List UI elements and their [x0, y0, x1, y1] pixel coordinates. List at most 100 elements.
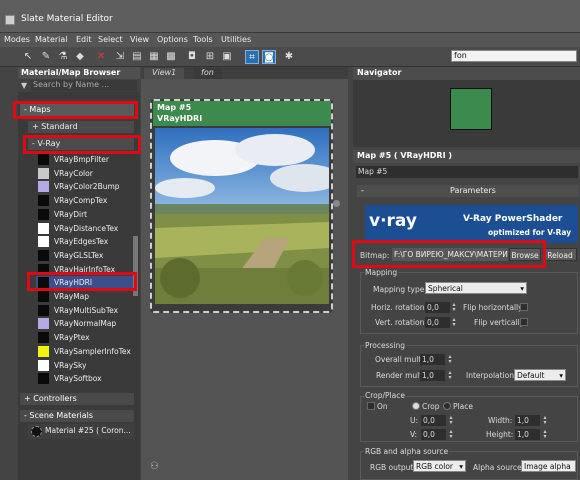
render-mult-spinner[interactable]: ▴ ▾ [447, 370, 453, 381]
navigator-node-thumbnail[interactable] [450, 88, 492, 130]
layout-icon[interactable]: ◘ [185, 50, 199, 64]
binoculars-icon[interactable]: ⚇ [150, 461, 162, 472]
map-node-header[interactable]: Map #5 VRayHDRI [153, 101, 331, 126]
map-swatch [38, 195, 49, 207]
map-item-vraysamplerinfotex[interactable]: VRaySamplerInfoTex [36, 345, 134, 358]
alpha-source-dropdown[interactable]: Image alpha [521, 460, 576, 472]
horiz-rotation-input[interactable]: 0,0 [425, 302, 450, 313]
map-item-vraydistancetex[interactable]: VRayDistanceTex [36, 222, 134, 235]
bitmap-path-button[interactable]: F:\ГО ВИРЕЮ_МАКСУ\МАТЕРИАЛ [392, 248, 508, 261]
u-spinner[interactable]: ▴ ▾ [448, 415, 454, 426]
crop-on-checkbox[interactable] [367, 402, 375, 410]
height-spinner[interactable]: ▴ ▾ [542, 429, 548, 440]
map-item-vraymultisubtex[interactable]: VRayMultiSubTex [36, 304, 134, 317]
map-swatch [38, 345, 49, 357]
place-radio[interactable] [443, 402, 451, 410]
map-item-vraysoftbox[interactable]: VRaySoftbox [36, 372, 134, 385]
show-background-icon[interactable]: ▩ [164, 50, 178, 64]
flip-horizontally-checkbox[interactable] [520, 303, 528, 311]
flip-vertically-checkbox[interactable] [520, 318, 528, 326]
toggle-parameters-icon[interactable]: ◙ [262, 50, 276, 64]
pick-material-icon[interactable]: ✎ [39, 50, 53, 64]
toggle-browser-icon[interactable]: ⌗ [245, 50, 259, 64]
map-name-field[interactable]: Map #5 [356, 166, 578, 178]
map-item-vraycomptex[interactable]: VRayCompTex [36, 194, 134, 207]
menu-options[interactable]: Options [157, 35, 188, 44]
width-input[interactable]: 1,0 [515, 415, 540, 426]
menu-modes[interactable]: Modes [4, 35, 30, 44]
menu-view[interactable]: View [130, 35, 149, 44]
browser-options-icon[interactable]: ▼ [21, 81, 27, 90]
height-input[interactable]: 1,0 [515, 429, 540, 440]
map-swatch [38, 318, 49, 330]
map-item-vraycolor[interactable]: VRayColor [36, 167, 134, 180]
crop-radio[interactable] [412, 402, 420, 410]
horiz-rotation-label: Horiz. rotation: [371, 303, 428, 312]
overall-mult-spinner[interactable]: ▴ ▾ [447, 354, 453, 365]
group-controllers[interactable]: + Controllers [20, 393, 134, 405]
move-children-icon[interactable]: ⇲ [113, 50, 127, 64]
map-item-vraycolor2bump[interactable]: VRayColor2Bump [36, 180, 134, 193]
map-item-label: VRayHairInfoTex [54, 264, 116, 274]
map-swatch [38, 167, 49, 179]
menu-select[interactable]: Select [98, 35, 123, 44]
material-id-icon[interactable]: ▣ [220, 50, 234, 64]
browser-search-input[interactable]: Search by Name ... [31, 80, 137, 91]
map-item-vraydirt[interactable]: VRayDirt [36, 208, 134, 221]
interpolation-dropdown[interactable]: Default ▾ [514, 369, 566, 381]
map-item-vraybmpfilter[interactable]: VRayBmpFilter [36, 153, 134, 166]
chevron-down-icon: ▾ [559, 371, 563, 380]
bitmap-label: Bitmap: [360, 251, 390, 260]
menu-utilities[interactable]: Utilities [221, 35, 251, 44]
browser-scrollbar[interactable] [133, 236, 138, 296]
map-item-vrayhairinfotex[interactable]: VRayHairInfoTex [36, 263, 134, 276]
mapping-type-dropdown[interactable]: Spherical ▾ [425, 282, 527, 294]
group-standard[interactable]: + Standard [28, 121, 134, 133]
overall-mult-input[interactable]: 1,0 [420, 354, 445, 365]
map-item-vrayglsltex[interactable]: VRayGLSLTex [36, 249, 134, 262]
interpolation-label: Interpolation: [466, 371, 517, 380]
layout-children-icon[interactable]: ⊞ [203, 50, 217, 64]
map-item-vraynormalmap[interactable]: VRayNormalMap [36, 317, 134, 330]
group-scene-materials[interactable]: - Scene Materials [20, 410, 134, 422]
vert-rotation-spinner[interactable]: ▴ ▾ [451, 317, 457, 328]
group-maps[interactable]: - Maps [20, 104, 134, 116]
pointer-icon[interactable]: ↖ [21, 50, 35, 64]
menu-material[interactable]: Material [35, 35, 68, 44]
hide-unused-icon[interactable]: ▤ [130, 50, 144, 64]
tab-view1[interactable]: View1 [144, 68, 185, 79]
width-spinner[interactable]: ▴ ▾ [542, 415, 548, 426]
show-shaded-icon[interactable]: ▦ [147, 50, 161, 64]
crop-place-group-label: Crop/Place [364, 391, 406, 400]
named-view-field[interactable]: fon [451, 50, 577, 62]
map-item-label: VRayColor [54, 168, 93, 178]
menu-edit[interactable]: Edit [76, 35, 92, 44]
width-label: Width: [488, 416, 513, 425]
map-item-label: VRaySky [54, 360, 87, 370]
map-item-vrayedgestex[interactable]: VRayEdgesTex [36, 235, 134, 248]
select-by-material-icon[interactable]: ✱ [282, 50, 296, 64]
node-output-port[interactable] [333, 200, 340, 207]
group-vray[interactable]: - V-Ray [28, 138, 134, 150]
v-input[interactable]: 0,0 [421, 429, 446, 440]
horiz-rotation-spinner[interactable]: ▴ ▾ [451, 302, 457, 313]
parameters-rollout[interactable]: - Parameters [357, 185, 579, 197]
map-item-vrayhdri[interactable]: VRayHDRI [36, 276, 134, 290]
assign-material-icon[interactable]: ⚗ [56, 50, 70, 64]
tab-fon[interactable]: fon [193, 68, 222, 79]
u-input[interactable]: 0,0 [421, 415, 446, 426]
menu-tools[interactable]: Tools [193, 35, 213, 44]
map-item-vraymap[interactable]: VRayMap [36, 290, 134, 303]
map-item-vraysky[interactable]: VRaySky [36, 359, 134, 372]
scene-material-item[interactable]: Material #25 ( Coron... [28, 424, 134, 439]
reset-map-icon[interactable]: ◆ [73, 50, 87, 64]
reload-button[interactable]: Reload [543, 248, 577, 261]
delete-icon[interactable]: ✕ [94, 50, 108, 64]
flip-horizontally-label: Flip horizontally [463, 303, 523, 312]
vert-rotation-input[interactable]: 0,0 [425, 317, 450, 328]
v-spinner[interactable]: ▴ ▾ [448, 429, 454, 440]
render-mult-input[interactable]: 1,0 [420, 370, 445, 381]
browse-button[interactable]: Browse [509, 248, 541, 261]
map-item-vrayptex[interactable]: VRayPtex [36, 331, 134, 344]
rgb-output-dropdown[interactable]: RGB color ▾ [413, 460, 466, 472]
